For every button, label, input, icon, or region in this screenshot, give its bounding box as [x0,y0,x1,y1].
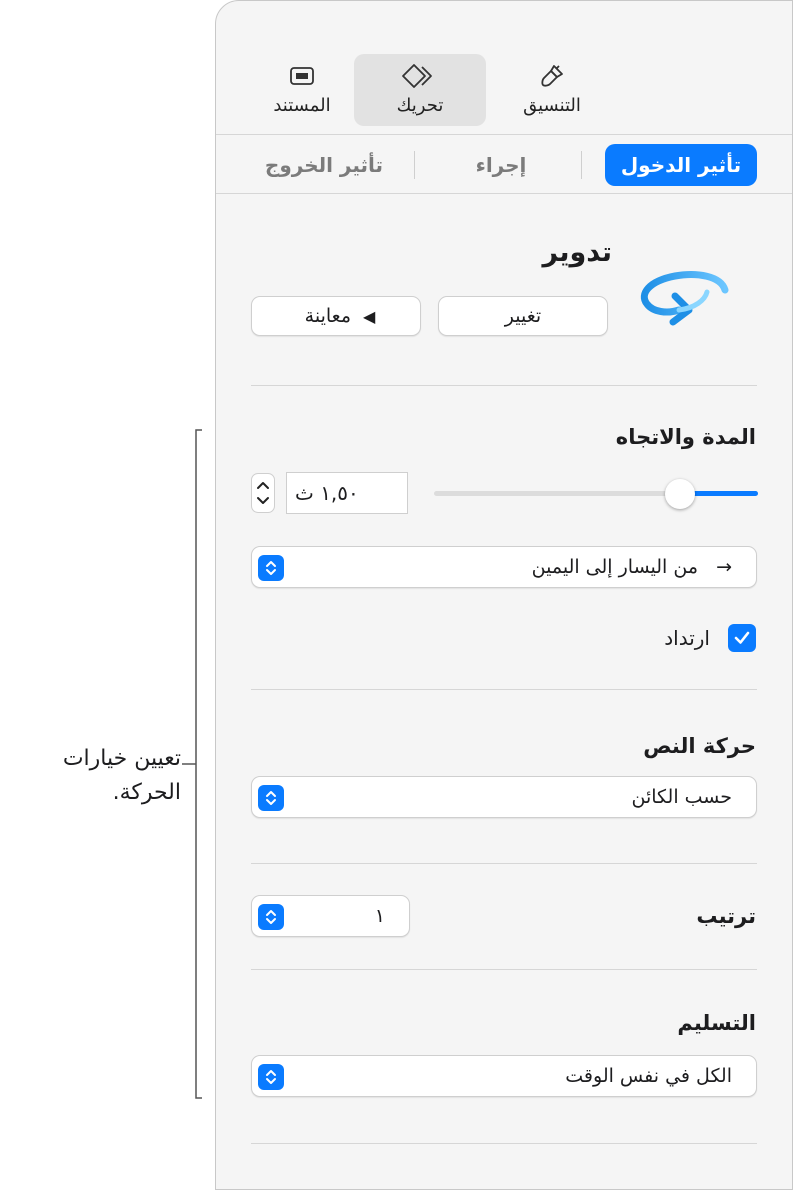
play-triangle-icon: ◀ [363,306,376,326]
animate-tab-button[interactable]: تحريك [354,54,486,126]
document-tab-button[interactable]: المستند [236,54,368,126]
format-label: التنسيق [523,95,581,116]
document-icon [289,58,315,94]
toolbar-divider [216,134,792,135]
tab-build-out[interactable]: تأثير الخروج [244,144,404,186]
duration-stepper[interactable] [251,473,275,513]
rotate-arrow-icon [635,264,735,338]
updown-chevron-icon [258,555,284,581]
document-label: المستند [273,95,331,116]
text-animation-popup[interactable]: حسب الكائن [251,776,757,818]
format-tab-button[interactable]: التنسيق [486,54,618,126]
text-animation-value: حسب الكائن [631,786,733,808]
section-divider [251,863,757,864]
duration-value: ١,٥٠ ث [295,481,359,505]
order-value: ١ [374,905,385,927]
tab-separator [581,151,582,179]
updown-chevron-icon [258,904,284,930]
checkmark-icon [734,631,750,644]
callout-bracket [182,429,202,1099]
preview-button[interactable]: معاينة ◀ [251,296,421,336]
animate-label: تحريك [396,95,444,116]
order-title: ترتيب [696,904,756,928]
section-divider [251,1143,757,1144]
tab-separator [414,151,415,179]
preview-label: معاينة [304,305,352,327]
inspector-panel: التنسيق تحريك المستند تأثير الدخول إجراء… [215,0,793,1190]
change-effect-button[interactable]: تغيير [438,296,608,336]
duration-title: المدة والاتجاه [615,425,756,449]
delivery-popup[interactable]: الكل في نفس الوقت [251,1055,757,1097]
diamond-icon [400,58,440,94]
direction-popup[interactable]: → من اليسار إلى اليمين [251,546,757,588]
callout-line-2: الحركة. [112,780,181,805]
direction-arrow: → [716,556,732,578]
callout-line-1: تعيين خيارات [62,746,181,771]
direction-text: من اليسار إلى اليمين [531,556,699,578]
updown-chevron-icon [258,785,284,811]
direction-value: → من اليسار إلى اليمين [532,547,732,587]
duration-slider[interactable] [434,479,758,509]
section-divider [251,385,757,386]
tab-action[interactable]: إجراء [446,144,556,186]
section-divider [251,969,757,970]
bounce-label: ارتداد [664,626,710,650]
updown-chevron-icon [258,1064,284,1090]
duration-field[interactable]: ١,٥٠ ث [286,472,408,514]
bounce-checkbox[interactable] [728,624,756,652]
paintbrush-icon [539,58,565,94]
callout-text: تعيين خيارات الحركة. [63,742,181,810]
slider-knob[interactable] [665,479,696,509]
delivery-title: التسليم [677,1011,756,1035]
text-animation-title: حركة النص [643,734,756,758]
order-popup[interactable]: ١ [251,895,410,937]
delivery-value: الكل في نفس الوقت [565,1065,732,1087]
effect-title: تدوير [542,237,612,268]
tab-build-in[interactable]: تأثير الدخول [605,144,757,186]
section-divider [251,689,757,690]
tabs-divider [216,193,792,194]
